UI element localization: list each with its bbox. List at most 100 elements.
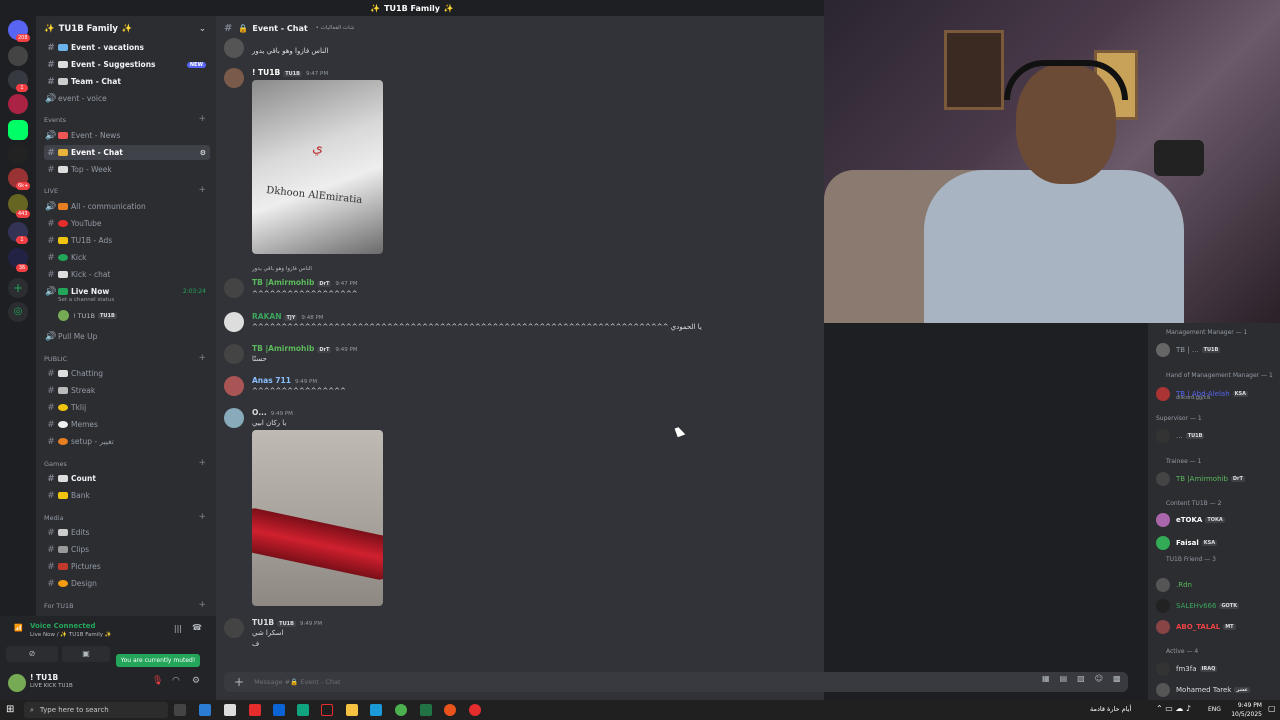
avatar[interactable] [224,376,244,396]
store-icon[interactable] [224,704,236,716]
channel-tu1b-ads[interactable]: # TU1B - Ads [44,233,210,248]
avatar[interactable] [224,312,244,332]
tray-icons[interactable]: ⌃ ▭ ☁ ♪ [1156,704,1191,713]
add-channel-icon[interactable]: + [198,353,206,363]
gif-icon[interactable]: ▤ [1060,674,1068,683]
add-channel-icon[interactable]: + [198,185,206,195]
discover-icon[interactable]: ◎ [8,302,28,322]
message-author[interactable]: O... 9:49 PM [252,408,293,417]
add-channel-icon[interactable]: + [198,114,206,124]
channel-kick[interactable]: # Kick [44,250,210,265]
notification-icon[interactable]: ▢ [1268,704,1276,713]
channel-all-communication[interactable]: 🔊 All - communication [44,199,210,214]
channel-clips[interactable]: # Clips [44,542,210,557]
category-events[interactable]: Events [44,116,66,124]
channel-edits[interactable]: # Edits [44,525,210,540]
message-input[interactable]: Message #🔒 Event - Chat [254,678,340,686]
message-author[interactable]: Anas 711 9:49 PM [252,376,317,385]
message-author[interactable]: TU1B TU1B 9:49 PM [252,618,322,627]
clock[interactable]: 9:49 PM 10/5/2025 [1222,701,1262,719]
channel-memes[interactable]: # Memes [44,417,210,432]
avatar[interactable] [224,344,244,364]
message-image[interactable] [252,430,383,606]
category-for-tu1b[interactable]: For TU1B [44,602,74,610]
apps-icon[interactable]: ▩ [1113,674,1121,683]
task-view-icon[interactable] [174,704,186,716]
language-indicator[interactable]: ENG [1208,706,1221,713]
opera-icon[interactable] [321,704,333,716]
category-live[interactable]: LIVE [44,187,58,195]
member-item[interactable]: ... TU1B [1156,429,1276,443]
taskbar-search[interactable]: ⌕ Type here to search [24,702,168,718]
voice-user[interactable]: ! TU1B TU1B [58,310,117,321]
channel-youtube[interactable]: # YouTube [44,216,210,231]
chrome-icon[interactable] [395,704,407,716]
channel-status[interactable]: Set a channel status [58,297,114,303]
excel-icon[interactable] [420,704,432,716]
member-item[interactable]: eTOKA TOKA [1156,513,1276,527]
copilot-icon[interactable] [199,704,211,716]
server-icon[interactable] [8,144,28,164]
video-off-button[interactable]: ⊘ [6,646,58,662]
member-item[interactable]: Mohamed Tarek عشر [1156,683,1276,697]
obs-icon[interactable] [444,704,456,716]
category-games[interactable]: Games [44,460,67,468]
member-item[interactable]: TB | Abd-Alelah KSA [1156,387,1276,401]
avatar[interactable] [224,278,244,298]
channel-bank[interactable]: # Bank [44,488,210,503]
reply-preview[interactable]: الناس فازوا وهو باقي يدور [252,266,312,272]
add-server-icon[interactable]: + [8,278,28,298]
message-author[interactable]: RAKAN TJY 9:48 PM [252,312,324,321]
server-header[interactable]: ✨ TU1B Family ✨ ⌄ [36,18,216,40]
voice-location[interactable]: Live Now / ✨ TU1B Family ✨ [30,632,112,638]
windows-start-icon[interactable]: ⊞ [6,704,14,715]
channel-count[interactable]: # Count [44,471,210,486]
channel-pull-me-up[interactable]: 🔊 Pull Me Up [44,329,210,344]
message-image[interactable]: Dkhoon AlEmiratia ي [252,80,383,254]
message-author[interactable]: TB |Amirmohib DrT 9:49 PM [252,344,358,353]
app-icon[interactable] [469,704,481,716]
noise-icon[interactable]: ||| [174,624,182,633]
member-item[interactable]: Faisal KSA [1156,536,1276,550]
channel-event-vacations[interactable]: # Event - vacations [44,40,210,55]
channel-pictures[interactable]: # Pictures [44,559,210,574]
gift-icon[interactable]: ▦ [1042,674,1050,683]
channel-event-suggestions[interactable]: # Event - Suggestions NEW [44,57,210,72]
server-icon[interactable] [8,94,28,114]
screen-share-button[interactable]: ▣ [62,646,110,662]
edge-icon[interactable] [370,704,382,716]
chatgpt-icon[interactable] [297,704,309,716]
settings-icon[interactable]: ⚙ [200,149,206,157]
avatar[interactable] [224,618,244,638]
channel-event-news[interactable]: 🔊 Event - News [44,128,210,143]
member-item[interactable]: ABO_TALAL MT [1156,620,1276,634]
add-channel-icon[interactable]: + [198,512,206,522]
sticker-icon[interactable]: ▧ [1077,674,1085,683]
channel-event-chat[interactable]: # Event - Chat ⚙ [44,145,210,160]
message-author[interactable]: TB |Amirmohib DrT 9:47 PM [252,278,358,287]
disconnect-icon[interactable]: ☎ [192,623,202,632]
channel-tklij[interactable]: # Tklij [44,400,210,415]
youtube-icon[interactable] [249,704,261,716]
headphones-icon[interactable]: ◠ [172,676,180,686]
avatar[interactable] [224,68,244,88]
weather-text[interactable]: أيام حارة قادمة [1090,705,1131,713]
add-channel-icon[interactable]: + [198,600,206,610]
channel-design[interactable]: # Design [44,576,210,591]
member-item[interactable]: TB |Amirmohib DrT [1156,472,1276,486]
channel-top-week[interactable]: # Top - Week [44,162,210,177]
member-item[interactable]: .Rdn [1156,578,1276,592]
avatar[interactable] [8,674,26,692]
member-item[interactable]: TB | ... TU1B [1156,343,1276,357]
plus-icon[interactable]: + [234,675,244,689]
chevron-down-icon[interactable]: ⌄ [199,24,206,34]
channel-streak[interactable]: # Streak [44,383,210,398]
server-icon-active[interactable] [8,120,28,140]
channel-chatting[interactable]: # Chatting [44,366,210,381]
category-public[interactable]: PUBLIC [44,355,67,363]
channel-kick-chat[interactable]: # Kick - chat [44,267,210,282]
channel-event-voice[interactable]: 🔊 event - voice [44,91,210,106]
channel-team-chat[interactable]: # Team - Chat [44,74,210,89]
member-item[interactable]: SALEHv666 GOTK [1156,599,1276,613]
server-icon[interactable] [8,46,28,66]
